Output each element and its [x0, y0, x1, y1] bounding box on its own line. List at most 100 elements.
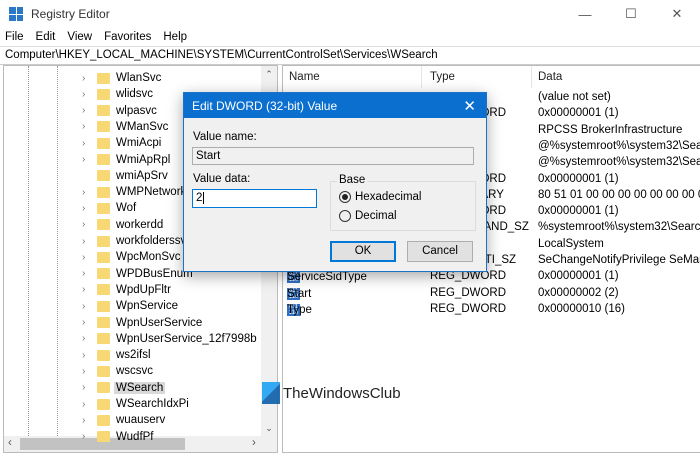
tree-item[interactable]: › wscsvc [82, 363, 155, 379]
chevron-right-icon[interactable]: › [82, 284, 94, 295]
chevron-right-icon[interactable]: › [82, 138, 94, 149]
folder-icon [97, 235, 110, 247]
chevron-right-icon[interactable]: › [82, 350, 94, 361]
tree-item[interactable]: › wuauserv [82, 412, 167, 428]
menu-view[interactable]: View [67, 31, 92, 43]
tree-item[interactable]: › WpnUserService_12f7998b [82, 331, 259, 347]
chevron-right-icon[interactable]: › [82, 236, 94, 247]
chevron-right-icon[interactable]: › [82, 268, 94, 279]
tree-item-label: WpdUpFltr [116, 283, 171, 296]
value-row[interactable]: 011 110 Start REG_DWORD 0x00000002 (2) [283, 286, 700, 302]
chevron-right-icon[interactable]: › [82, 105, 94, 116]
tree-item[interactable]: › WManSvc [82, 119, 170, 135]
close-button[interactable]: ✕ [654, 0, 700, 28]
tree-item[interactable]: › ws2ifsl [82, 347, 153, 363]
menu-favorites[interactable]: Favorites [104, 31, 151, 43]
tree-item-label: wuauserv [116, 414, 166, 427]
chevron-right-icon[interactable]: › [82, 333, 94, 344]
tree-item[interactable]: › wlidsvc [82, 86, 155, 102]
folder-icon [97, 202, 110, 214]
folder-icon [97, 317, 110, 328]
value-data: SeChangeNotifyPrivilege SeMana [538, 254, 700, 266]
menu-help[interactable]: Help [163, 31, 187, 43]
chevron-right-icon[interactable]: › [82, 317, 94, 328]
chevron-right-icon[interactable]: › [82, 187, 94, 198]
chevron-right-icon[interactable]: › [82, 121, 94, 132]
edit-dword-dialog: Edit DWORD (32-bit) Value ✕ Value name: … [183, 92, 487, 272]
chevron-right-icon[interactable]: › [82, 382, 94, 393]
tree-item-label: WSearchIdxPi [116, 398, 189, 410]
value-data-input[interactable]: 2 [192, 189, 317, 208]
tree-item[interactable]: › WlanSvc [82, 70, 163, 86]
value-name-field: Start [192, 147, 474, 165]
maximize-button[interactable]: ☐ [608, 0, 654, 28]
address-bar[interactable]: Computer\HKEY_LOCAL_MACHINE\SYSTEM\Curre… [0, 46, 700, 65]
value-row[interactable]: 011 110 Type REG_DWORD 0x00000010 (16) [283, 302, 700, 318]
tree-item[interactable]: wmiApSrv [82, 168, 170, 184]
base-label: Base [337, 174, 368, 186]
column-name[interactable]: Name [289, 71, 320, 83]
scroll-up-icon[interactable]: ⌃ [261, 66, 277, 82]
value-name-text: ServiceSidType [287, 271, 367, 284]
tree-guide [28, 66, 29, 436]
value-name-text: Type [287, 303, 312, 316]
chevron-right-icon[interactable]: › [82, 415, 94, 426]
scroll-left-icon[interactable]: ‹ [8, 437, 12, 449]
minimize-button[interactable]: — [562, 0, 608, 28]
menu-file[interactable]: File [5, 31, 24, 43]
tree-item[interactable]: › Wof [82, 200, 138, 216]
folder-icon [97, 251, 110, 263]
value-data: @%systemroot%\system32\Searc [538, 139, 700, 152]
tree-item-label: wlpasvc [116, 104, 157, 117]
tree-item[interactable]: › WPDBusEnum [82, 266, 195, 282]
chevron-right-icon[interactable]: › [82, 399, 94, 410]
dialog-close-button[interactable]: ✕ [463, 97, 476, 115]
tree-item-label: WpnUserService [116, 316, 203, 329]
tree-item[interactable]: › WpnService [82, 298, 180, 314]
scroll-right-icon[interactable]: › [252, 437, 256, 449]
chevron-right-icon[interactable]: › [82, 89, 94, 100]
menu-edit[interactable]: Edit [36, 31, 56, 43]
tree-item[interactable]: › WSearchIdxPi [82, 396, 191, 412]
column-type[interactable]: Type [430, 71, 455, 83]
cancel-button[interactable]: Cancel [407, 241, 473, 262]
decimal-radio[interactable]: Decimal [339, 210, 397, 222]
folder-icon [97, 382, 110, 394]
tree-item-label: WmiApRpl [116, 153, 171, 166]
chevron-right-icon[interactable]: › [82, 431, 94, 442]
tree-guide [57, 66, 58, 436]
decimal-label: Decimal [355, 210, 397, 222]
tree-item[interactable]: › WmiAcpi [82, 135, 163, 151]
folder-icon [97, 154, 110, 165]
tree-item[interactable]: › WudfPf [82, 429, 156, 445]
dialog-title: Edit DWORD (32-bit) Value [192, 98, 338, 113]
chevron-right-icon[interactable]: › [82, 73, 94, 84]
tree-item[interactable]: › WpdUpFltr [82, 282, 173, 298]
column-data[interactable]: Data [538, 71, 562, 83]
tree-item[interactable]: › WmiApRpl [82, 152, 172, 168]
chevron-right-icon[interactable]: › [82, 301, 94, 312]
folder-icon [97, 170, 110, 182]
chevron-right-icon[interactable]: › [82, 366, 94, 377]
hexadecimal-radio[interactable]: Hexadecimal [339, 191, 421, 203]
ok-button[interactable]: OK [330, 241, 396, 262]
chevron-right-icon[interactable]: › [82, 203, 94, 214]
tree-item[interactable]: › workerdd [82, 217, 165, 233]
tree-item[interactable]: › WSearch [82, 380, 166, 396]
chevron-right-icon[interactable]: › [82, 219, 94, 230]
tree-item[interactable]: › workfolderssvc [82, 233, 194, 249]
window-title: Registry Editor [31, 7, 110, 21]
value-data: 0x00000002 (2) [538, 286, 619, 299]
tree-item-label: WpcMonSvc [116, 251, 181, 264]
tree-item[interactable]: › wlpasvc [82, 103, 159, 119]
folder-icon [97, 72, 110, 84]
tree-item[interactable]: › WpcMonSvc [82, 249, 183, 265]
value-name-label: Value name: [193, 131, 257, 143]
folder-icon [97, 333, 110, 345]
chevron-right-icon[interactable]: › [82, 252, 94, 263]
scroll-down-icon[interactable]: ⌄ [261, 420, 277, 436]
folder-icon [97, 300, 110, 312]
tree-item-label: WpnService [116, 300, 178, 313]
chevron-right-icon[interactable]: › [82, 154, 94, 165]
tree-item[interactable]: › WpnUserService [82, 315, 204, 331]
